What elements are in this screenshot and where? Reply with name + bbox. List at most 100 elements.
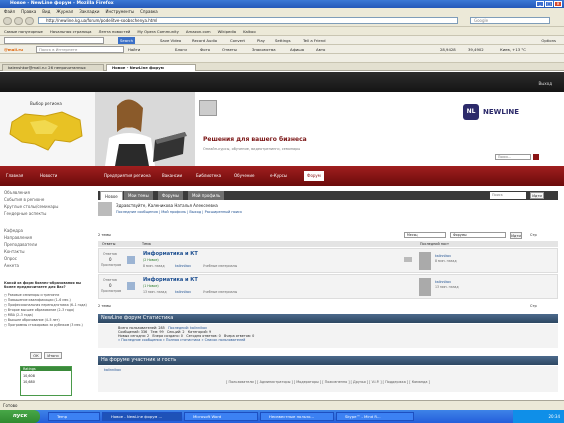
online-header: На форуме участник и гость bbox=[98, 356, 558, 365]
taskbar-item[interactable]: Неизвестные пользо... bbox=[260, 412, 334, 421]
stats-links[interactable]: » Последние сообщения » Полная статистик… bbox=[118, 338, 245, 342]
last-post-avatar bbox=[419, 278, 431, 296]
toolbar-search-input[interactable] bbox=[4, 37, 104, 44]
toolbar-search-button[interactable]: Search bbox=[118, 37, 136, 44]
bookmark-item[interactable]: Начальная страница bbox=[50, 27, 92, 35]
site-search-input[interactable]: Поиск... bbox=[495, 154, 531, 160]
col-replies: Ответы bbox=[102, 242, 116, 246]
topic-category[interactable]: Учебные материалы bbox=[203, 264, 237, 268]
tab-new[interactable]: Новое bbox=[100, 191, 123, 200]
tab-my-profile[interactable]: Мой профиль bbox=[188, 191, 225, 200]
sidebar-item-gender[interactable]: Гендерные аспекты bbox=[4, 211, 46, 216]
photo-link[interactable]: Фото bbox=[200, 45, 210, 54]
menu-tools[interactable]: Инструменты bbox=[105, 8, 134, 15]
topic-title[interactable]: Информатика и КТ bbox=[143, 251, 198, 257]
tab-forum[interactable]: Новое - NewLine форум bbox=[106, 64, 196, 71]
tab-mail[interactable]: kalenshkor@mail.ru: 26 непрочитанных bbox=[2, 64, 104, 71]
vote-button[interactable]: ОК bbox=[30, 352, 42, 359]
sidebar-item-poll[interactable]: Опрос bbox=[4, 256, 17, 261]
poll-option[interactable]: ○ Программы стажировок за рубежом (3 мес… bbox=[4, 323, 90, 328]
start-button[interactable]: пуск bbox=[0, 410, 40, 423]
menu-bookmarks[interactable]: Закладки bbox=[79, 8, 99, 15]
topic-count-bottom: 2 темы bbox=[98, 304, 111, 308]
menu-view[interactable]: Вид bbox=[42, 8, 50, 15]
afisha-link[interactable]: Афиша bbox=[290, 45, 304, 54]
sidebar-item-department[interactable]: Кафедра bbox=[4, 228, 23, 233]
last-post-author[interactable]: kalinnikov bbox=[435, 280, 451, 284]
bookmark-item[interactable]: Лента новостей bbox=[98, 27, 130, 35]
close-icon[interactable]: × bbox=[554, 1, 562, 7]
online-user[interactable]: kalinnikov bbox=[104, 368, 552, 372]
site-search-button[interactable] bbox=[533, 154, 539, 160]
forum-search-button[interactable]: Идти bbox=[530, 192, 544, 199]
play-button[interactable]: Play bbox=[257, 36, 265, 45]
reload-icon[interactable] bbox=[25, 17, 34, 25]
last-post-author[interactable]: kalinnikov bbox=[435, 254, 451, 258]
address-bar[interactable]: http://newline.kg.ua/forum/podelitve-soo… bbox=[38, 17, 458, 24]
sidebar-item-teachers[interactable]: Преподаватели bbox=[4, 242, 37, 247]
sidebar-item-events[interactable]: События в регионе bbox=[4, 197, 44, 202]
blogs-link[interactable]: Блоги bbox=[175, 45, 187, 54]
mailru-search-input[interactable]: Поиск в Интернете bbox=[36, 46, 124, 53]
record-audio-button[interactable]: Record Audio bbox=[192, 36, 217, 45]
nav-ecourses[interactable]: e-Курсы bbox=[270, 173, 287, 178]
go-button[interactable]: Идти bbox=[510, 232, 522, 239]
bookmark-item[interactable]: Kalkoo bbox=[243, 27, 256, 35]
nav-enterprises[interactable]: Предприятия региона bbox=[104, 173, 151, 178]
nav-news[interactable]: Новости bbox=[40, 173, 57, 178]
forward-icon[interactable] bbox=[14, 17, 23, 25]
maximize-icon[interactable]: □ bbox=[545, 1, 553, 7]
nav-forum[interactable]: Форум bbox=[304, 171, 324, 181]
logout-link[interactable]: Выход bbox=[539, 81, 552, 86]
forum-select[interactable]: Форумы bbox=[450, 232, 506, 238]
tell-friend-button[interactable]: Tell a Friend bbox=[303, 36, 326, 45]
nav-library[interactable]: Библиотека bbox=[196, 173, 221, 178]
options-button[interactable]: Options bbox=[541, 36, 556, 45]
back-icon[interactable] bbox=[3, 17, 12, 25]
taskbar-item[interactable]: Temp bbox=[48, 412, 100, 421]
mailru-logo[interactable]: @mail.ru bbox=[4, 45, 23, 54]
user-links[interactable]: Последние сообщения | Мой профиль | Выхо… bbox=[116, 210, 242, 214]
forum-search-input[interactable]: Поиск bbox=[490, 192, 526, 199]
sidebar-item-survey[interactable]: Анкета bbox=[4, 263, 19, 268]
sidebar-item-directions[interactable]: Направления bbox=[4, 235, 32, 240]
browser-search-input[interactable]: Google bbox=[470, 17, 550, 24]
topic-title[interactable]: Информатика и КТ bbox=[143, 277, 198, 283]
bookmark-item[interactable]: Wikipedia bbox=[218, 27, 237, 35]
nav-vacancies[interactable]: Вакансии bbox=[162, 173, 182, 178]
sidebar-item-ads[interactable]: Объявления bbox=[4, 190, 30, 195]
ratings-widget[interactable]: Ratings 10,608 10,680 bbox=[20, 366, 72, 396]
topic-category[interactable]: Учебные материалы bbox=[203, 290, 237, 294]
taskbar-item[interactable]: Skype™ - Mind R... bbox=[336, 412, 414, 421]
taskbar-item[interactable]: Microsoft Word bbox=[184, 412, 258, 421]
auto-link[interactable]: Авто bbox=[316, 45, 325, 54]
left-sidebar: Объявления События в регионе Круглые сто… bbox=[0, 186, 95, 400]
taskbar-item[interactable]: Новое - NewLine форум ... bbox=[102, 412, 182, 421]
menu-edit[interactable]: Правка bbox=[21, 8, 36, 15]
results-button[interactable]: Итоги bbox=[44, 352, 62, 359]
time-select[interactable]: Месяц bbox=[404, 232, 446, 238]
bookmark-item[interactable]: My Opera Community bbox=[137, 27, 179, 35]
nav-education[interactable]: Обучение bbox=[234, 173, 254, 178]
bookmark-item[interactable]: Amazon.com bbox=[186, 27, 211, 35]
menu-help[interactable]: Справка bbox=[140, 8, 158, 15]
dating-link[interactable]: Знакомства bbox=[252, 45, 276, 54]
convert-button[interactable]: Convert bbox=[230, 36, 245, 45]
nav-home[interactable]: Главная bbox=[6, 173, 23, 178]
topic-author[interactable]: kalinnikov bbox=[175, 290, 191, 294]
tab-forums[interactable]: Форумы bbox=[158, 191, 183, 200]
sidebar-item-contacts[interactable]: Контакты bbox=[4, 249, 25, 254]
mailru-find-button[interactable]: Найти bbox=[128, 45, 140, 54]
save-video-button[interactable]: Save Video bbox=[160, 36, 181, 45]
tab-my-topics[interactable]: Мои темы bbox=[124, 191, 153, 200]
sidebar-item-roundtables[interactable]: Круглые столы/семинары bbox=[4, 204, 58, 209]
minimize-icon[interactable]: _ bbox=[536, 1, 544, 7]
bookmark-item[interactable]: Самые популярные bbox=[4, 27, 43, 35]
table-row[interactable]: Ответов 0 Просмотров Информатика и КТ (1… bbox=[98, 274, 558, 299]
menu-file[interactable]: Файл bbox=[4, 8, 15, 15]
table-row[interactable]: Ответов 0 Просмотров Информатика и КТ (2… bbox=[98, 248, 558, 273]
menu-history[interactable]: Журнал bbox=[56, 8, 73, 15]
answers-link[interactable]: Ответы bbox=[222, 45, 237, 54]
settings-button[interactable]: Settings bbox=[275, 36, 291, 45]
topic-author[interactable]: kalinnikov bbox=[175, 264, 191, 268]
